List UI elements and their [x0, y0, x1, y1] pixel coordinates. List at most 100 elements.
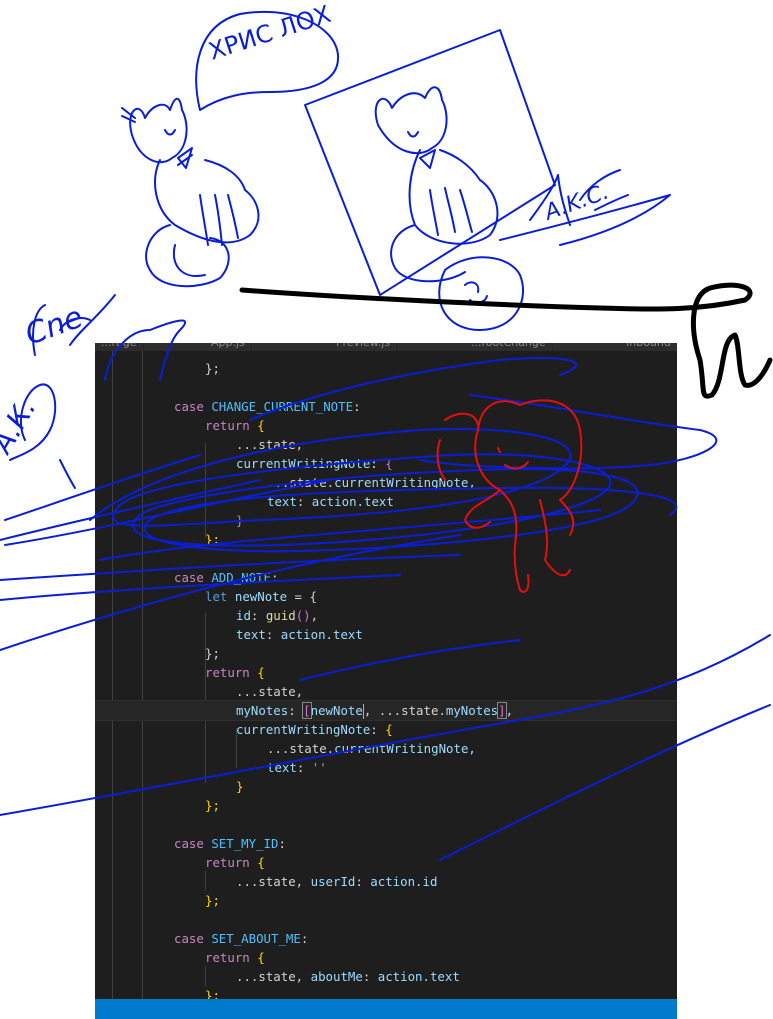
code-line: } [236, 777, 243, 796]
code-token: { [385, 722, 393, 737]
tab-1[interactable]: App.js [205, 343, 252, 351]
code-token: case [174, 931, 204, 946]
left-handwriting: Cne [21, 300, 88, 353]
indent-guide [112, 351, 113, 1001]
code-token: = { [287, 589, 317, 604]
code-token: , ...state. [363, 703, 446, 718]
code-line: return { [205, 663, 265, 682]
cat-drawing-left [121, 97, 260, 288]
code-token: return [205, 418, 250, 433]
code-token: action.text [377, 969, 460, 984]
code-token: action.id [370, 874, 438, 889]
code-line: ...state.currentWritingNote, [267, 473, 476, 492]
code-line: id: guid(), [236, 608, 319, 623]
right-initials: A.K.C. [540, 179, 613, 226]
tab-4[interactable]: Inbound [620, 343, 677, 351]
tab-3[interactable]: ...rootChange [465, 343, 553, 351]
code-token: { [385, 456, 393, 471]
code-editor[interactable]: }; case CHANGE_CURRENT_NOTE: return { ..… [95, 343, 677, 1019]
code-line: text: action.text [267, 494, 394, 509]
indent-guide [205, 871, 206, 891]
code-line: case SET_MY_ID: [174, 836, 286, 851]
code-token: currentWritingNote [236, 456, 371, 471]
indent-guide [205, 966, 206, 986]
code-token: } [236, 779, 244, 794]
code-token: '' [311, 760, 327, 775]
speech-bubble-text: ХРИС ЛОХ [205, 0, 334, 66]
code-token: currentWritingNote [236, 722, 371, 737]
code-token: , [505, 703, 514, 718]
code-token: case [174, 836, 204, 851]
code-line: text: action.text [236, 627, 363, 642]
tab-bar: ...rage App.js Preview.js ...rootChange … [95, 343, 677, 351]
code-line: ...state, [236, 682, 303, 701]
code-token: { [257, 950, 265, 965]
indent-guide [142, 351, 143, 1001]
indent-guide [205, 613, 206, 783]
code-token: SET_ABOUT_ME [211, 931, 301, 946]
code-token: }; [205, 532, 220, 547]
code-token: action.text [280, 627, 363, 642]
code-token: case [174, 570, 204, 585]
status-bar [95, 999, 677, 1019]
code-token: SET_MY_ID [211, 836, 279, 851]
signature-right [499, 169, 671, 246]
code-token: } [236, 513, 244, 528]
code-token: action.text [311, 494, 394, 509]
code-token: }; [205, 646, 220, 661]
code-token: newNote [234, 589, 288, 604]
code-line: return { [205, 948, 265, 967]
tab-0[interactable]: ...rage [95, 343, 144, 351]
code-token: myNotes [236, 703, 289, 718]
code-token: }; [205, 798, 220, 813]
code-token: currentWritingNote, [334, 741, 476, 756]
code-line: case ADD_NOTE: [174, 570, 279, 585]
code-token: case [174, 399, 204, 414]
code-line: case SET_ABOUT_ME: [174, 931, 309, 946]
code-token: ] [497, 702, 507, 719]
code-line: ...state, [236, 435, 303, 454]
cat-drawing-right [374, 86, 499, 283]
speech-bubble [195, 10, 340, 111]
code-token: currentWritingNote, [334, 475, 476, 490]
code-token: return [205, 665, 250, 680]
left-initials: А.К. [0, 393, 42, 460]
code-line: }; [205, 359, 220, 378]
code-token: }; [205, 893, 220, 908]
code-line: let newNote = { [205, 587, 317, 606]
code-token: [ [302, 702, 312, 719]
code-line: }; [205, 796, 220, 815]
code-line: text: '' [267, 760, 327, 775]
indent-guide [205, 443, 206, 538]
code-token: newNote [310, 703, 363, 718]
code-line: case CHANGE_CURRENT_NOTE: [174, 399, 361, 414]
code-line: return { [205, 853, 265, 872]
code-line: ...state.currentWritingNote, [267, 739, 476, 758]
code-token: ...state. [267, 741, 335, 756]
stamp-circle [438, 256, 525, 331]
code-token: text [267, 494, 297, 509]
code-line: ...state, aboutMe: action.text [236, 969, 460, 984]
code-token: myNotes [445, 703, 499, 718]
code-line: }; [205, 891, 220, 910]
current-line: myNotes: [newNote, ...state.myNotes], [95, 700, 677, 721]
code-line: }; [205, 644, 220, 663]
code-token: }; [205, 361, 220, 376]
code-token: return [205, 950, 250, 965]
code-token: ...state. [267, 475, 335, 490]
code-line: }; [205, 530, 220, 549]
code-line: currentWritingNote: { [236, 456, 393, 471]
code-token: text [236, 627, 266, 642]
code-line: return { [205, 416, 265, 435]
code-area[interactable]: }; case CHANGE_CURRENT_NOTE: return { ..… [95, 343, 677, 1003]
code-token: { [257, 855, 265, 870]
code-token: guid [265, 608, 296, 623]
code-token: ...state, [236, 684, 304, 699]
code-token: ...state, [236, 969, 311, 984]
code-token: ...state, [236, 874, 311, 889]
code-token: aboutMe [310, 969, 363, 984]
tab-2[interactable]: Preview.js [330, 343, 398, 351]
code-token: id [236, 608, 251, 623]
code-token: return [205, 855, 250, 870]
code-token: let [205, 589, 228, 604]
